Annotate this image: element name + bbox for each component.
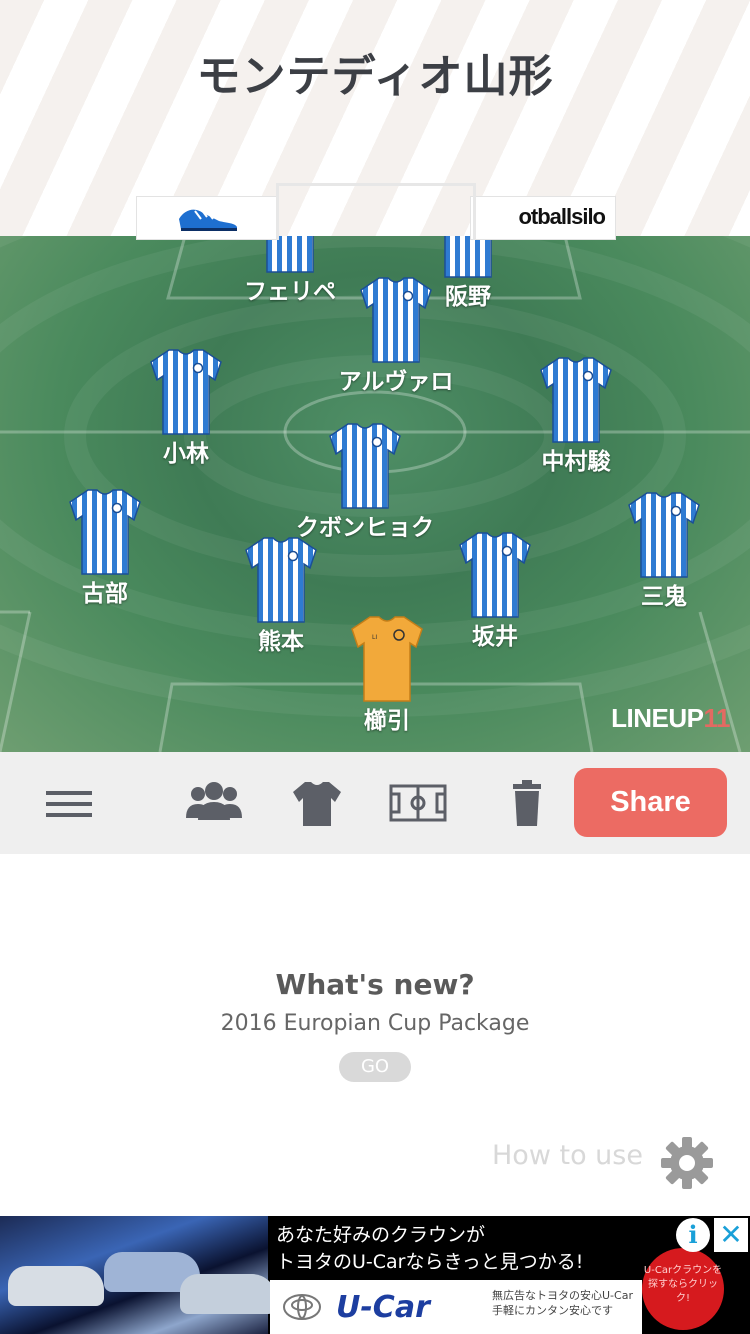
gear-icon[interactable] xyxy=(660,1136,714,1190)
player-token[interactable]: 中村駿 xyxy=(496,354,656,476)
player-shirt-icon xyxy=(628,492,700,578)
player-name: 小林 xyxy=(163,441,209,467)
boot-icon xyxy=(179,208,237,231)
player-shirt-icon xyxy=(435,236,500,278)
ad-banner[interactable]: あなた好みのクラウンが トヨタのU-Carならきっと見つかる! U-Car 無広… xyxy=(0,1216,750,1334)
whats-new-section: What's new? 2016 Europian Cup Package GO xyxy=(0,968,750,1082)
player-name: アルヴァロ xyxy=(338,369,454,395)
goalkeeper-shirt-icon: LI xyxy=(351,616,423,702)
share-button[interactable]: Share xyxy=(574,768,727,837)
ad-close-icon[interactable]: ✕ xyxy=(714,1218,748,1252)
player-token[interactable]: 小林 xyxy=(106,346,266,468)
player-shirt-icon xyxy=(540,357,612,443)
player-shirt-icon xyxy=(257,236,322,273)
player-shirt-icon xyxy=(329,423,401,509)
pitch: フェリペ 阪野 アルヴァロ 小林 中村駿 クボンヒョク 古部 三鬼 熊本 坂井 LI 櫛引 LINEU… xyxy=(0,236,750,752)
svg-text:LI: LI xyxy=(372,634,377,641)
player-name: 三鬼 xyxy=(641,584,687,610)
player-shirt-icon xyxy=(150,349,222,435)
player-name: 櫛引 xyxy=(364,708,410,734)
player-name: 古部 xyxy=(82,581,128,607)
ad-small-text: 無広告なトヨタの安心U-Car 手軽にカンタン安心です xyxy=(492,1289,633,1317)
toyota-logo-icon xyxy=(283,1294,321,1320)
player-token[interactable]: アルヴァロ xyxy=(316,274,476,396)
ad-lower-panel: U-Car 無広告なトヨタの安心U-Car 手軽にカンタン安心です xyxy=(270,1280,642,1334)
ad-car-photo xyxy=(0,1216,276,1334)
goal-frame xyxy=(276,183,476,240)
adboard-right: otballsilo xyxy=(470,196,616,240)
team-title[interactable]: モンテディオ山形 xyxy=(0,40,750,104)
ad-line-2: トヨタのU-Carならきっと見つかる! xyxy=(276,1251,584,1273)
trash-icon[interactable] xyxy=(497,778,557,828)
go-button[interactable]: GO xyxy=(339,1052,411,1082)
adchoices-info-icon[interactable]: i xyxy=(676,1218,710,1252)
whats-new-title: What's new? xyxy=(275,968,475,1001)
player-shirt-icon xyxy=(360,277,432,363)
player-token[interactable]: 三鬼 xyxy=(584,489,744,611)
player-name: 中村駿 xyxy=(541,449,611,475)
player-token[interactable]: クボンヒョク xyxy=(285,420,445,542)
player-token[interactable]: 古部 xyxy=(25,486,185,608)
car-image xyxy=(8,1266,104,1306)
car-image xyxy=(180,1274,276,1314)
sponsor-text: otballsilo xyxy=(518,204,606,229)
ucar-logo: U-Car xyxy=(336,1290,430,1325)
adboard-left xyxy=(136,196,278,240)
ad-copy: あなた好みのクラウンが トヨタのU-Carならきっと見つかる! xyxy=(276,1222,646,1276)
lineup11-logo: LINEUP11 xyxy=(611,703,730,733)
goalkeeper-player[interactable]: LI 櫛引 xyxy=(307,613,467,735)
pitch-icon[interactable] xyxy=(388,778,448,828)
ad-cta-badge[interactable]: U-Carクラウンを探すならクリック! xyxy=(642,1248,724,1330)
shirt-icon[interactable] xyxy=(287,778,347,828)
player-shirt-icon xyxy=(459,532,531,618)
how-to-use-link[interactable]: How to use xyxy=(492,1140,643,1171)
player-shirt-icon xyxy=(69,489,141,575)
whats-new-subtitle[interactable]: 2016 Europian Cup Package xyxy=(0,1011,750,1036)
ad-line-1: あなた好みのクラウンが xyxy=(276,1224,486,1246)
players-icon[interactable] xyxy=(184,778,244,828)
menu-icon[interactable] xyxy=(40,778,100,828)
player-shirt-icon xyxy=(245,537,317,623)
